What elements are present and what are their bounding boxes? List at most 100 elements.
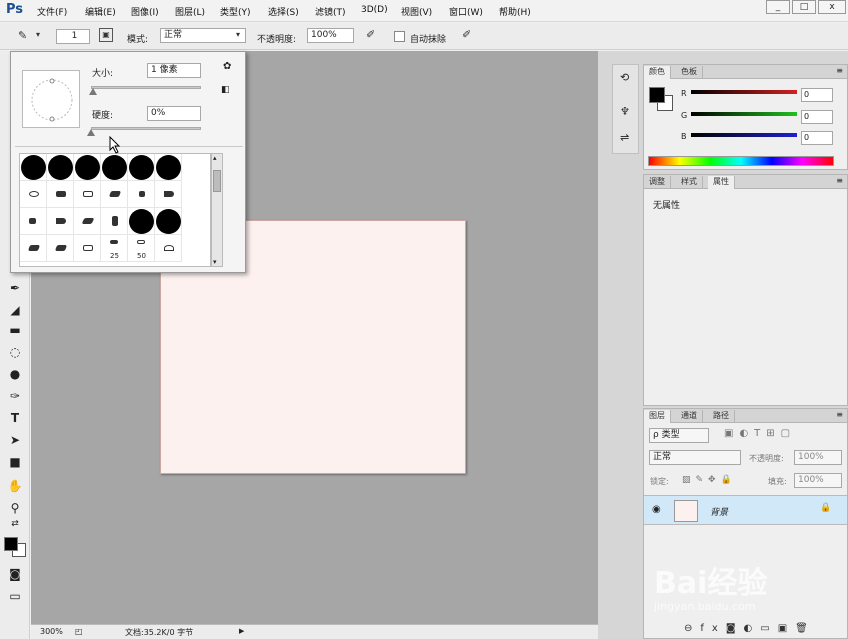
hand-tool-icon[interactable]: ✋	[5, 479, 25, 497]
chevron-down-icon[interactable]: ▾	[236, 30, 240, 39]
brush-size-picker[interactable]: 1	[56, 29, 90, 44]
brush-preset[interactable]	[155, 235, 182, 262]
menu-window[interactable]: 窗口(W)	[449, 5, 483, 18]
swap-colors-icon[interactable]: ⇄	[5, 519, 25, 537]
green-slider[interactable]	[691, 112, 797, 116]
auto-erase-checkbox[interactable]	[394, 31, 405, 42]
panel-menu-icon[interactable]: ≡	[836, 176, 843, 185]
pencil-tool-icon[interactable]: ✎	[18, 29, 27, 42]
new-preset-icon[interactable]: ◧	[221, 85, 230, 95]
tab-layers[interactable]: 图层	[644, 410, 671, 423]
tab-channels[interactable]: 通道	[676, 410, 703, 423]
eraser-tool-icon[interactable]: ◢	[5, 303, 25, 321]
panel-menu-icon[interactable]: ≡	[836, 410, 843, 419]
rectangle-tool-icon[interactable]: ■	[5, 455, 25, 473]
foreground-color-swatch[interactable]	[649, 87, 665, 103]
type-tool-icon[interactable]: T	[5, 411, 25, 429]
scrollbar-thumb[interactable]	[213, 170, 221, 192]
lock-icon[interactable]: 🔒	[820, 503, 831, 513]
tab-properties[interactable]: 属性	[708, 176, 735, 189]
panel-menu-icon[interactable]: ≡	[836, 66, 843, 75]
brush-preset[interactable]	[101, 181, 128, 208]
tab-adjustments[interactable]: 调整	[644, 176, 671, 189]
hardness-slider[interactable]	[91, 127, 201, 130]
menu-filter[interactable]: 滤镜(T)	[315, 5, 346, 18]
brush-preset[interactable]	[47, 154, 74, 181]
history-brush-tool-icon[interactable]: ✒	[5, 281, 25, 299]
layer-name[interactable]: 背景	[710, 505, 728, 518]
color-spectrum[interactable]	[648, 156, 834, 166]
foreground-color-swatch[interactable]	[4, 537, 18, 551]
menu-file[interactable]: 文件(F)	[37, 5, 67, 18]
brush-preset[interactable]	[155, 208, 182, 235]
tab-paths[interactable]: 路径	[708, 410, 735, 423]
size-slider[interactable]	[91, 86, 201, 89]
restore-button[interactable]: □	[792, 0, 816, 14]
menu-type[interactable]: 类型(Y)	[220, 5, 251, 18]
brush-preset[interactable]	[47, 235, 74, 262]
brush-panel-icon[interactable]: ♆	[620, 105, 630, 118]
close-button[interactable]: x	[818, 0, 846, 14]
menu-view[interactable]: 视图(V)	[401, 5, 432, 18]
blur-tool-icon[interactable]: ◌	[5, 345, 25, 363]
hardness-slider-thumb[interactable]	[87, 129, 95, 136]
brush-preset[interactable]	[155, 154, 182, 181]
size-slider-thumb[interactable]	[89, 88, 98, 95]
menu-image[interactable]: 图像(I)	[131, 5, 159, 18]
menu-edit[interactable]: 编辑(E)	[85, 5, 116, 18]
brush-angle-icon[interactable]	[23, 71, 81, 129]
brush-preset[interactable]	[20, 235, 47, 262]
layer-row[interactable]: ◉ 背景 🔒	[644, 495, 847, 525]
mode-select[interactable]: 正常	[160, 28, 246, 43]
tool-presets-icon[interactable]: ⇌	[620, 131, 629, 144]
menu-3d[interactable]: 3D(D)	[361, 5, 388, 15]
scroll-up-icon[interactable]: ▴	[213, 154, 217, 162]
blue-slider[interactable]	[691, 133, 797, 137]
brush-preset[interactable]	[128, 208, 155, 235]
tab-styles[interactable]: 样式	[676, 176, 703, 189]
brush-preset[interactable]	[20, 154, 47, 181]
tab-swatches[interactable]: 色板	[676, 66, 703, 79]
brush-preset[interactable]	[101, 154, 128, 181]
menu-help[interactable]: 帮助(H)	[499, 5, 531, 18]
red-value[interactable]: 0	[801, 88, 833, 102]
menu-layer[interactable]: 图层(L)	[175, 5, 205, 18]
minimize-button[interactable]: _	[766, 0, 790, 14]
dodge-tool-icon[interactable]: ●	[5, 367, 25, 385]
fill-field[interactable]: 100%	[794, 473, 842, 488]
blue-value[interactable]: 0	[801, 131, 833, 145]
pressure-size-icon[interactable]: ✐	[462, 28, 471, 41]
brush-preset[interactable]: 50	[128, 235, 155, 262]
brush-panel-icon[interactable]: ▣	[99, 28, 113, 42]
gear-icon[interactable]: ✿	[223, 61, 231, 72]
brush-preset[interactable]	[74, 208, 101, 235]
screen-mode-icon[interactable]: ▭	[5, 589, 25, 607]
pen-tool-icon[interactable]: ✑	[5, 389, 25, 407]
brush-preset[interactable]: 25	[101, 235, 128, 262]
blend-mode-select[interactable]: 正常	[649, 450, 741, 465]
gradient-tool-icon[interactable]: ▬	[5, 323, 25, 341]
zoom-tool-icon[interactable]: ⚲	[5, 501, 25, 519]
size-field[interactable]: 1 像素	[147, 63, 201, 78]
tab-color[interactable]: 颜色	[644, 66, 671, 79]
brush-preset[interactable]	[20, 208, 47, 235]
brush-preset[interactable]	[74, 235, 101, 262]
brush-preset[interactable]	[101, 208, 128, 235]
brush-preset[interactable]	[74, 154, 101, 181]
red-slider[interactable]	[691, 90, 797, 94]
scroll-down-icon[interactable]: ▾	[213, 258, 217, 266]
path-selection-tool-icon[interactable]: ➤	[5, 433, 25, 451]
history-panel-icon[interactable]: ⟲	[620, 71, 629, 84]
brush-grid-scrollbar[interactable]: ▴ ▾	[211, 153, 223, 267]
brush-preset[interactable]	[47, 181, 74, 208]
brush-preset[interactable]	[47, 208, 74, 235]
menu-select[interactable]: 选择(S)	[268, 5, 299, 18]
layer-opacity-field[interactable]: 100%	[794, 450, 842, 465]
opacity-field[interactable]: 100%	[307, 28, 354, 43]
green-value[interactable]: 0	[801, 110, 833, 124]
status-menu-arrow-icon[interactable]: ▶	[239, 627, 244, 635]
brush-preset[interactable]	[74, 181, 101, 208]
visibility-eye-icon[interactable]: ◉	[652, 504, 661, 515]
hardness-field[interactable]: 0%	[147, 106, 201, 121]
brush-preset[interactable]	[20, 181, 47, 208]
